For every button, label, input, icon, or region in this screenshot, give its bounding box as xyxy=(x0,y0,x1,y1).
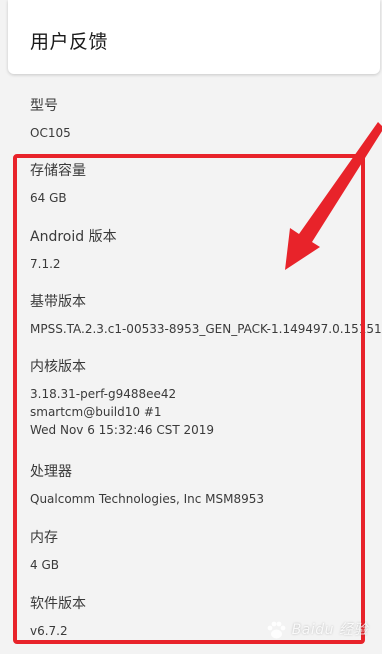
watermark: Baidu 经验 xyxy=(265,619,368,640)
watermark-text: Baidu 经验 xyxy=(291,622,368,638)
about-phone-screen: 用户反馈 型号 OC105 存储容量 64 GB Android 版本 7.1.… xyxy=(0,0,382,654)
baidu-paw-icon xyxy=(267,621,286,639)
arrow-icon xyxy=(285,122,382,270)
